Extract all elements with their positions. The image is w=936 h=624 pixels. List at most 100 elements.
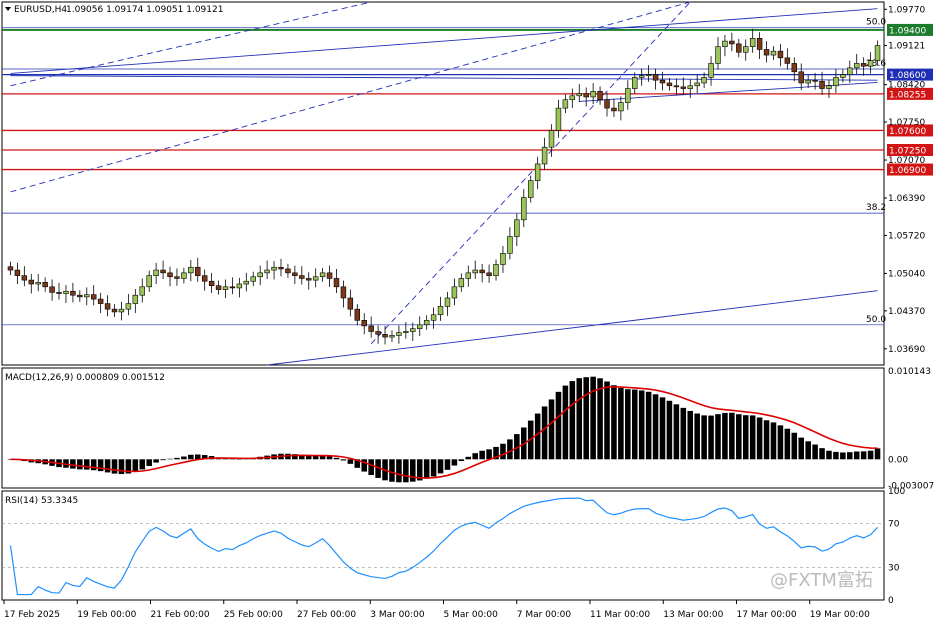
candle-body — [729, 40, 735, 45]
candle-body — [299, 275, 305, 279]
candle — [104, 295, 111, 317]
rsi-pane — [2, 497, 884, 596]
macd-bar — [347, 459, 354, 464]
chart-canvas: 50.023.638.250.0 1.094001.086001.082551.… — [1, 1, 934, 620]
macd-bar — [555, 391, 562, 460]
candle-body — [749, 37, 756, 47]
candle-body — [403, 331, 409, 333]
candle-body — [548, 130, 555, 148]
candle-body — [555, 107, 562, 131]
candle — [444, 291, 451, 316]
candle — [472, 260, 478, 279]
candle-body — [715, 46, 721, 64]
candle — [562, 94, 569, 114]
candle — [777, 43, 784, 67]
level-tag-label-3: 1.07600 — [889, 127, 926, 137]
level-tag-label-1: 1.08600 — [889, 71, 926, 81]
candle-body — [42, 282, 48, 288]
candle — [583, 87, 589, 107]
macd-bar — [111, 459, 118, 474]
candle-body — [833, 77, 839, 87]
candle-body — [35, 282, 41, 285]
candle-body — [666, 82, 673, 87]
macd-bar — [188, 454, 194, 460]
candle-body — [146, 275, 152, 288]
macd-bar — [396, 459, 402, 483]
candle — [853, 53, 860, 75]
macd-bar — [423, 459, 430, 479]
candle — [285, 263, 291, 278]
macd-bar — [541, 406, 548, 460]
candle — [229, 277, 236, 295]
candle-body — [160, 269, 166, 274]
candle-body — [56, 292, 62, 294]
candle — [340, 280, 347, 308]
candle — [534, 156, 541, 190]
candle-body — [770, 50, 777, 56]
ohlc-values: 1.09056 1.09174 1.09051 1.09121 — [66, 5, 223, 15]
candle-body — [236, 283, 243, 289]
time-tick-label: 21 Feb 00:00 — [151, 610, 210, 620]
candle — [680, 77, 687, 95]
macd-bar — [479, 450, 485, 460]
macd-bar — [680, 407, 687, 460]
candle — [132, 289, 139, 314]
candle — [333, 268, 340, 293]
macd-label: MACD(12,26,9) 0.000809 0.001512 — [5, 373, 165, 383]
candle-body — [756, 37, 763, 50]
rsi-tick-label: 0 — [888, 596, 894, 606]
candle — [306, 272, 312, 290]
candle — [666, 77, 673, 91]
candle-body — [583, 93, 589, 98]
candle-body — [63, 290, 69, 294]
candle — [638, 68, 645, 86]
macd-bar — [805, 441, 811, 460]
trendline-6 — [579, 81, 878, 102]
candle — [49, 279, 55, 301]
candle-body — [562, 99, 569, 109]
dropdown-triangle-icon[interactable] — [5, 7, 11, 11]
candle — [271, 261, 277, 280]
price-pane: 50.023.638.250.0 — [2, 1, 886, 366]
candle — [798, 63, 804, 91]
candle — [35, 273, 41, 292]
candle-body — [590, 91, 596, 98]
candle-body — [361, 320, 367, 327]
instrument-label: EURUSD,H4 — [14, 5, 67, 15]
candle — [604, 92, 610, 117]
candle — [299, 266, 305, 285]
candle-body — [49, 286, 55, 293]
candle-body — [375, 331, 381, 335]
candle-body — [853, 63, 860, 69]
macd-bar — [160, 459, 166, 461]
candle — [867, 52, 874, 74]
candle-body — [604, 99, 610, 109]
candle-body — [840, 74, 846, 78]
macd-bar — [729, 412, 735, 460]
candle-body — [319, 272, 326, 278]
candle — [354, 304, 361, 326]
candle — [396, 325, 402, 344]
candle — [188, 260, 194, 282]
candle-body — [111, 308, 118, 313]
macd-bar — [597, 378, 603, 460]
candle-body — [77, 294, 83, 298]
macd-bar — [153, 459, 159, 463]
candle-body — [680, 86, 687, 89]
candle — [715, 37, 721, 70]
candle-body — [618, 102, 624, 112]
candle-body — [389, 335, 395, 338]
macd-bar — [500, 443, 506, 460]
candle-body — [84, 294, 90, 298]
macd-bar — [777, 425, 784, 460]
macd-bar — [694, 413, 700, 460]
macd-bar — [853, 451, 860, 460]
candle — [111, 304, 118, 317]
macd-bar — [618, 387, 624, 460]
candle — [21, 266, 28, 287]
macd-bar — [139, 459, 146, 470]
macd-bar — [458, 459, 465, 462]
candle-body — [285, 268, 291, 274]
candle-body — [416, 324, 423, 330]
price-tick-label: 1.05720 — [888, 231, 925, 241]
